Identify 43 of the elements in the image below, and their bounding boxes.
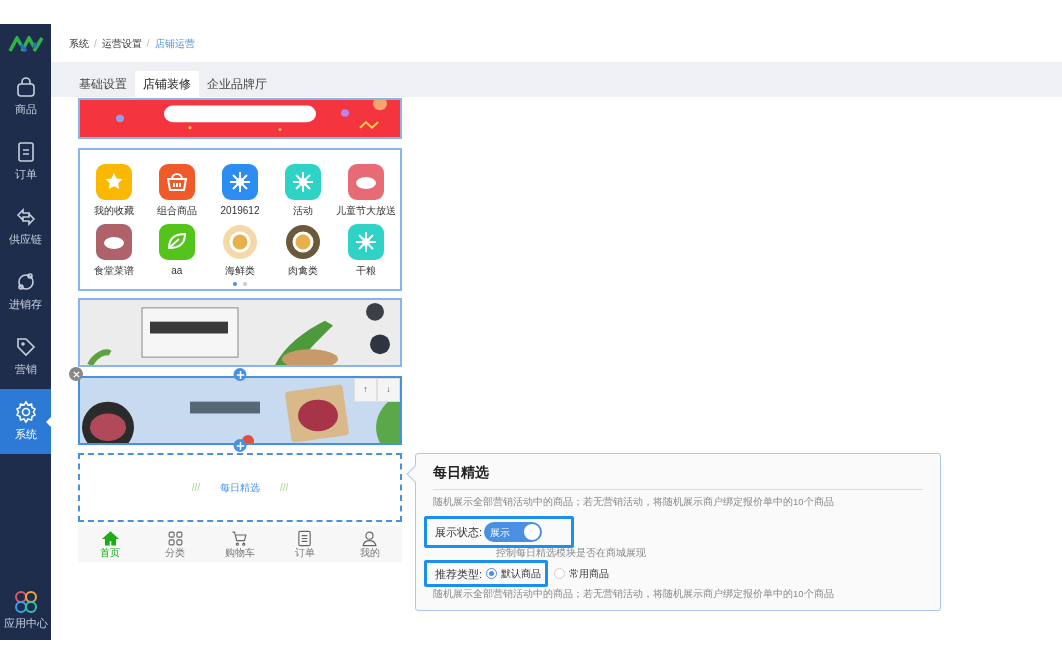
description: 随机展示全部营销活动中的商品；若无营销活动，将随机展示商户绑定报价单中的10个商品 bbox=[433, 495, 835, 509]
category-label[interactable]: aa bbox=[171, 263, 183, 278]
decor-slashes: /// bbox=[280, 481, 289, 495]
description: 随机展示全部营销活动中的商品；若无营销活动，将随机展示商户绑定报价单中的10个商品 bbox=[433, 587, 835, 602]
field-label: 展示状态: bbox=[435, 525, 483, 540]
breadcrumb-link[interactable]: 店铺运营 bbox=[154, 35, 195, 51]
bottom-nav-item[interactable]: 订单 bbox=[272, 526, 338, 562]
bottom-nav-item[interactable]: 分类 bbox=[142, 526, 208, 562]
sidebar-item[interactable]: 系统 bbox=[0, 389, 51, 454]
category-label[interactable]: 肉禽类 bbox=[288, 263, 319, 278]
category-label[interactable]: 活动 bbox=[293, 203, 314, 218]
category-label[interactable]: 干粮 bbox=[356, 263, 377, 278]
sidebar-item[interactable]: 商品 bbox=[0, 64, 51, 129]
sidebar-item[interactable]: 进销存 bbox=[0, 259, 51, 324]
move-down-button[interactable]: ↓ bbox=[377, 378, 400, 402]
sidebar-item[interactable]: 应用中心 bbox=[0, 580, 51, 640]
category-label[interactable]: 我的收藏 bbox=[93, 203, 134, 218]
sidebar-item[interactable]: 订单 bbox=[0, 129, 51, 194]
breadcrumb-link[interactable]: 运营设置 bbox=[101, 35, 142, 51]
hint: 控制每日精选模块是否在商城展现 bbox=[496, 546, 647, 561]
block-label: 每日精选 bbox=[220, 481, 260, 495]
bottom-nav-item[interactable]: 购物车 bbox=[207, 526, 273, 562]
category-label[interactable]: 食堂菜谱 bbox=[93, 263, 134, 278]
decor-slashes: /// bbox=[191, 481, 200, 495]
tab[interactable]: 基础设置 bbox=[71, 71, 135, 97]
move-up-button[interactable]: ↑ bbox=[354, 378, 377, 402]
sidebar-item[interactable]: 营销 bbox=[0, 324, 51, 389]
daily-picks-block[interactable]: /// 每日精选 /// bbox=[78, 453, 402, 522]
tab[interactable]: 店铺装修 bbox=[135, 71, 199, 97]
radio-option[interactable]: 常用商品 bbox=[554, 566, 610, 582]
sidebar-item[interactable]: 供应链 bbox=[0, 194, 51, 259]
category-label[interactable]: 儿童节大放送 bbox=[336, 203, 397, 218]
radio-option[interactable]: 默认商品 bbox=[486, 566, 542, 582]
category-label[interactable]: 海鲜类 bbox=[225, 263, 255, 278]
breadcrumb-separator: / bbox=[146, 36, 150, 51]
panel-title: 每日精选 bbox=[433, 462, 923, 490]
bottom-nav-item[interactable]: 我的 bbox=[337, 526, 402, 562]
category-label[interactable]: 2019612 bbox=[220, 203, 260, 218]
category-label[interactable]: 组合商品 bbox=[156, 203, 197, 218]
breadcrumb-link[interactable]: 系统 bbox=[69, 35, 89, 51]
tab[interactable]: 企业品牌厅 bbox=[199, 71, 275, 97]
field-label: 推荐类型: bbox=[435, 566, 483, 582]
breadcrumb-separator: / bbox=[94, 36, 97, 51]
